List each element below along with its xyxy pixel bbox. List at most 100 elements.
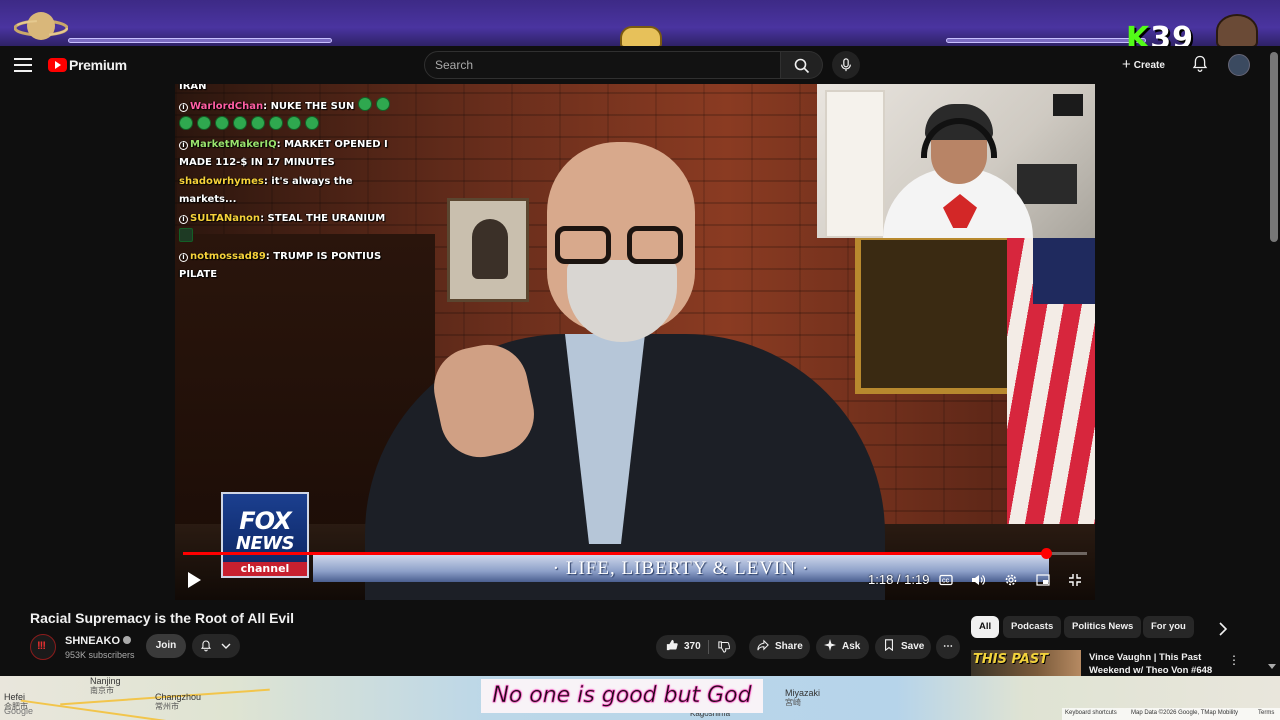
streamer-webcam — [817, 84, 1095, 238]
account-avatar[interactable] — [1228, 54, 1250, 76]
progress-bar[interactable] — [183, 548, 1087, 559]
settings-gear-icon[interactable] — [1004, 573, 1018, 587]
chip-all[interactable]: All — [971, 616, 1000, 638]
plus-icon: + — [1122, 56, 1131, 73]
emote-icon — [251, 116, 265, 130]
emote-icon — [215, 116, 229, 130]
recommendation-menu-icon[interactable]: ⋮ — [1228, 653, 1240, 667]
stream-top-overlay: K39 — [0, 0, 1280, 54]
webcam-shelf — [1017, 164, 1077, 204]
scroll-down-arrow-icon[interactable] — [1268, 664, 1276, 669]
share-button[interactable]: Share — [749, 635, 810, 659]
sparkle-icon — [824, 639, 836, 651]
bookmark-icon — [885, 639, 893, 651]
progress-fill — [183, 552, 1046, 555]
webcam-door — [825, 90, 885, 238]
channel-name[interactable]: SHNEAKO — [65, 635, 132, 647]
lincoln-portrait — [447, 198, 529, 302]
captions-icon[interactable]: CC — [939, 573, 953, 587]
webcam-tv — [1053, 94, 1083, 116]
chat-line — [179, 116, 399, 136]
fox-logo-line1: FOX — [239, 507, 291, 535]
voice-search-button[interactable] — [832, 51, 860, 79]
emote-icon — [233, 116, 247, 130]
framed-painting — [855, 234, 1015, 394]
notifications-bell-icon[interactable] — [1192, 55, 1208, 73]
join-button[interactable]: Join — [146, 634, 186, 658]
chip-podcasts[interactable]: Podcasts — [1003, 616, 1062, 638]
terms-link[interactable]: Terms — [1258, 710, 1274, 716]
video-player[interactable]: IRAN i WarlordChan: NUKE THE SUN i MarketM… — [175, 84, 1095, 600]
recommended-video-title[interactable]: Vince Vaughn | This Past Weekend w/ Theo… — [1089, 651, 1219, 677]
stream-caption: No one is good but God — [482, 680, 762, 712]
share-icon — [757, 639, 769, 651]
overlay-bar-right — [946, 38, 1146, 43]
save-button[interactable]: Save — [875, 635, 931, 659]
brand-label[interactable]: Premium — [69, 57, 127, 73]
more-dots-icon: ⋯ — [943, 641, 953, 652]
microphone-icon — [841, 58, 851, 72]
create-button[interactable]: + Create — [1122, 55, 1165, 75]
chevron-right-icon[interactable] — [1214, 620, 1232, 638]
bell-icon — [200, 640, 212, 652]
chat-line: i notmossad89: TRUMP IS PONTIUS — [179, 248, 399, 267]
live-chat-overlay: IRAN i WarlordChan: NUKE THE SUN i MarketM… — [179, 84, 399, 285]
emote-icon — [197, 116, 211, 130]
verified-icon — [123, 636, 132, 644]
chevron-down-icon — [221, 643, 231, 649]
info-icon: i — [179, 102, 188, 112]
screen: K39 Premium Search + Create IRAN i Warlo… — [0, 0, 1280, 720]
map-city-miyazaki: Miyazaki 宮崎 — [785, 688, 821, 707]
streamer-avatar-sticker — [1216, 14, 1258, 48]
emote-icon — [287, 116, 301, 130]
chip-for-you[interactable]: For you — [1143, 616, 1194, 638]
subscriber-count: 953K subscribers — [65, 650, 135, 660]
map-data-attribution: Map Data ©2026 Google, TMap Mobility — [1131, 710, 1239, 716]
svg-text:CC: CC — [942, 579, 950, 585]
thumbnail-text: THIS PAST — [973, 652, 1049, 667]
chat-line: MADE 112-$ IN 17 MINUTES — [179, 157, 335, 168]
flag-stars-field — [1033, 234, 1095, 304]
exit-fullscreen-icon[interactable] — [1068, 573, 1082, 587]
miniplayer-icon[interactable] — [1036, 573, 1050, 587]
fox-news-logo: FOX NEWS channel — [221, 492, 309, 578]
ask-button[interactable]: Ask — [816, 635, 869, 659]
chip-politics-news[interactable]: Politics News — [1064, 616, 1142, 638]
chat-line: shadowrhymes: it's always the markets... — [179, 175, 353, 206]
fox-logo-line2: NEWS — [235, 533, 295, 554]
chat-line: PILATE — [179, 269, 218, 280]
keyboard-shortcuts-link[interactable]: Keyboard shortcuts — [1065, 710, 1117, 716]
map-city-nanjing: Nanjing 南京市 — [90, 676, 121, 695]
progress-scrubber[interactable] — [1041, 548, 1052, 559]
channel-avatar[interactable] — [30, 634, 56, 660]
info-icon: i — [179, 252, 188, 262]
info-icon: i — [179, 214, 188, 224]
thumbs-up-icon — [666, 639, 678, 651]
time-display: 1:18 / 1:19 — [868, 572, 930, 587]
chat-line: i MarketMakerIQ: MARKET OPENED I — [179, 136, 399, 155]
volume-icon[interactable] — [971, 573, 986, 587]
recommended-video-thumbnail[interactable]: THIS PAST — [971, 650, 1081, 676]
youtube-logo-icon[interactable] — [48, 58, 67, 72]
menu-icon[interactable] — [14, 58, 32, 72]
like-button[interactable]: 370 — [656, 635, 736, 659]
planet-sticker-icon — [14, 12, 68, 40]
subscription-bell-button[interactable] — [192, 634, 240, 658]
emote-icon — [179, 116, 193, 130]
play-icon[interactable] — [188, 572, 201, 588]
search-input[interactable]: Search — [424, 51, 781, 79]
bread-sticker-icon — [620, 26, 662, 48]
fox-logo-line3: channel — [223, 562, 307, 576]
info-icon: i — [179, 140, 188, 150]
more-actions-button[interactable]: ⋯ — [936, 635, 960, 659]
page-scrollbar[interactable] — [1270, 52, 1278, 242]
emote-icon — [269, 116, 283, 130]
host-glasses — [555, 226, 687, 264]
search-button[interactable] — [781, 51, 823, 79]
thumbs-down-icon[interactable] — [718, 641, 730, 653]
emote-icon — [179, 228, 193, 242]
chat-line: i WarlordChan: NUKE THE SUN — [179, 96, 399, 117]
overlay-bar-left — [68, 38, 332, 43]
emote-icon — [375, 96, 390, 111]
youtube-masthead: Premium Search + Create — [0, 46, 1280, 84]
